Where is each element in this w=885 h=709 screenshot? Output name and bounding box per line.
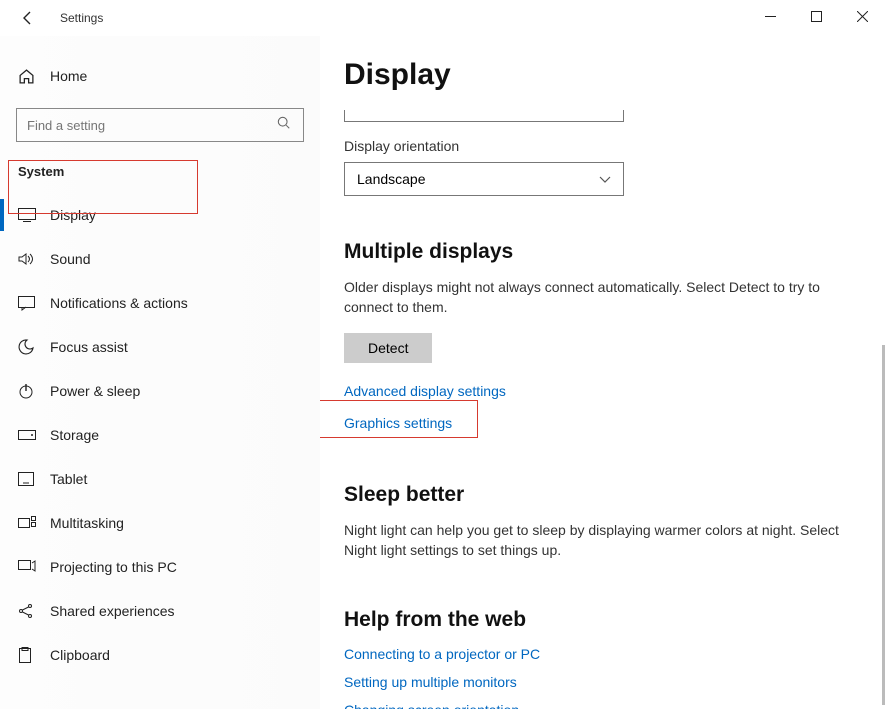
orientation-select[interactable]: Landscape	[344, 162, 624, 196]
detect-button[interactable]: Detect	[344, 333, 432, 363]
sidebar-item-display[interactable]: Display	[0, 193, 320, 237]
sidebar-item-notifications[interactable]: Notifications & actions	[0, 281, 320, 325]
advanced-display-link[interactable]: Advanced display settings	[344, 383, 506, 399]
sleep-better-text: Night light can help you get to sleep by…	[344, 521, 844, 560]
sidebar-item-tablet[interactable]: Tablet	[0, 457, 320, 501]
home-nav[interactable]: Home	[0, 56, 320, 96]
orientation-label: Display orientation	[344, 138, 845, 154]
projecting-icon	[18, 560, 38, 574]
multitasking-icon	[18, 516, 38, 530]
notifications-icon	[18, 296, 38, 311]
storage-icon	[18, 430, 38, 440]
clipboard-icon	[18, 647, 38, 663]
close-button[interactable]	[839, 0, 885, 32]
search-field[interactable]	[27, 118, 277, 133]
sidebar-item-focus[interactable]: Focus assist	[0, 325, 320, 369]
sound-icon	[18, 252, 38, 266]
section-header: System	[18, 164, 320, 179]
sidebar-item-label: Projecting to this PC	[50, 559, 177, 575]
page-title: Display	[344, 58, 845, 92]
power-icon	[18, 383, 38, 399]
sidebar-item-label: Display	[50, 207, 96, 223]
focus-icon	[18, 339, 38, 355]
sidebar-item-label: Shared experiences	[50, 603, 175, 619]
help-link-orientation[interactable]: Changing screen orientation	[344, 702, 519, 709]
sleep-better-heading: Sleep better	[344, 483, 845, 507]
help-link-projector[interactable]: Connecting to a projector or PC	[344, 646, 540, 662]
multiple-displays-heading: Multiple displays	[344, 240, 845, 264]
sidebar-item-label: Notifications & actions	[50, 295, 188, 311]
sidebar-item-multitasking[interactable]: Multitasking	[0, 501, 320, 545]
multiple-displays-text: Older displays might not always connect …	[344, 278, 844, 317]
sidebar-item-storage[interactable]: Storage	[0, 413, 320, 457]
home-label: Home	[50, 68, 87, 84]
sidebar-item-sound[interactable]: Sound	[0, 237, 320, 281]
sidebar-item-label: Storage	[50, 427, 99, 443]
chevron-down-icon	[599, 171, 611, 187]
truncated-field	[344, 110, 624, 122]
sidebar-item-clipboard[interactable]: Clipboard	[0, 633, 320, 677]
help-heading: Help from the web	[344, 608, 845, 632]
sidebar-item-label: Tablet	[50, 471, 87, 487]
sidebar: Home System Display Sound Notifications …	[0, 36, 320, 709]
shared-icon	[18, 603, 38, 619]
sidebar-item-label: Power & sleep	[50, 383, 140, 399]
help-link-monitors[interactable]: Setting up multiple monitors	[344, 674, 517, 690]
window-title: Settings	[60, 11, 103, 25]
tablet-icon	[18, 472, 38, 486]
home-icon	[18, 68, 38, 85]
graphics-settings-link[interactable]: Graphics settings	[344, 415, 452, 431]
search-input[interactable]	[16, 108, 304, 142]
sidebar-item-power[interactable]: Power & sleep	[0, 369, 320, 413]
search-icon	[277, 116, 293, 135]
sidebar-item-projecting[interactable]: Projecting to this PC	[0, 545, 320, 589]
back-button[interactable]	[14, 4, 42, 32]
minimize-button[interactable]	[747, 0, 793, 32]
sidebar-item-label: Clipboard	[50, 647, 110, 663]
main-content: Display Display orientation Landscape Mu…	[320, 36, 885, 709]
maximize-button[interactable]	[793, 0, 839, 32]
display-icon	[18, 208, 38, 222]
sidebar-item-label: Focus assist	[50, 339, 128, 355]
sidebar-item-shared[interactable]: Shared experiences	[0, 589, 320, 633]
sidebar-item-label: Sound	[50, 251, 90, 267]
orientation-value: Landscape	[357, 171, 426, 187]
sidebar-item-label: Multitasking	[50, 515, 124, 531]
